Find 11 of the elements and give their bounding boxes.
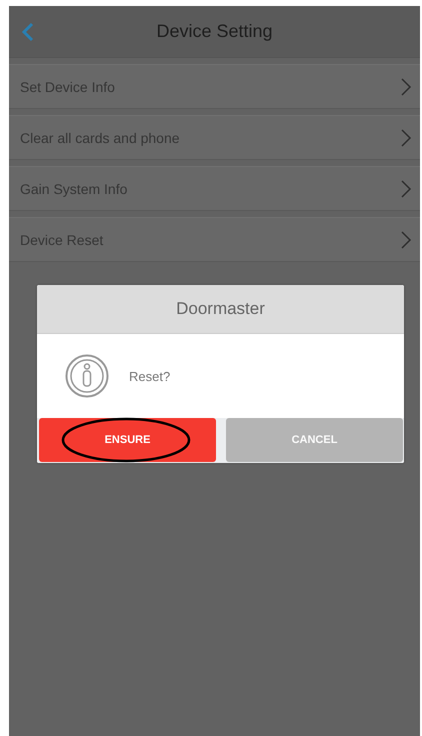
cancel-button[interactable]: CANCEL — [226, 418, 403, 462]
ensure-button[interactable]: ENSURE — [39, 418, 216, 462]
chevron-right-icon — [400, 128, 412, 148]
screen-title: Device Setting — [156, 21, 273, 42]
dialog-title: Doormaster — [176, 299, 265, 319]
info-icon — [65, 354, 109, 398]
chevron-right-icon — [400, 178, 412, 198]
back-icon[interactable] — [21, 22, 35, 42]
chevron-right-icon — [400, 230, 412, 250]
chevron-right-icon — [400, 76, 412, 96]
dialog-message: Reset? — [129, 368, 170, 384]
